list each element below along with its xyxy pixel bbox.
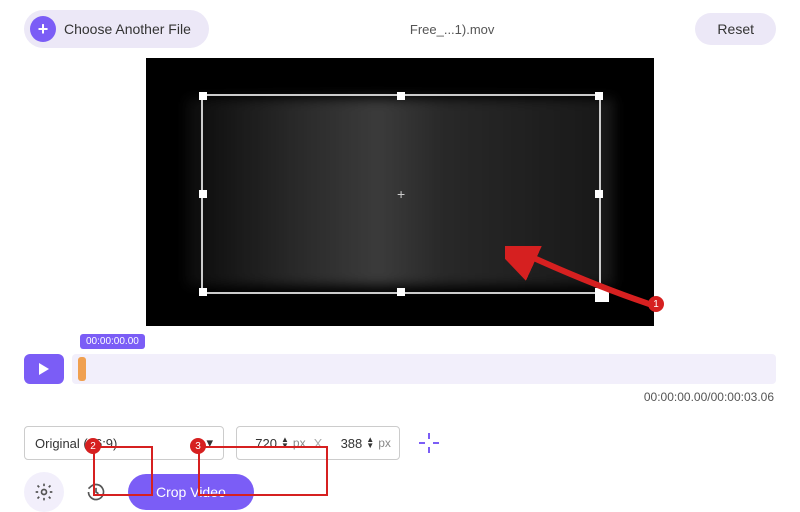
- reset-button[interactable]: Reset: [695, 13, 776, 45]
- dimensions-input: 720 ▲▼ px X 388 ▲▼ px: [236, 426, 400, 460]
- crop-selection[interactable]: +: [201, 94, 601, 294]
- crop-handle-bottom-left[interactable]: [199, 288, 207, 296]
- play-button[interactable]: [24, 354, 64, 384]
- video-preview[interactable]: +: [146, 58, 654, 326]
- history-icon: [86, 482, 106, 502]
- dim-separator: X: [314, 436, 323, 451]
- center-icon: [417, 431, 441, 455]
- callout-badge-1: 1: [648, 296, 664, 312]
- crop-handle-mid-right[interactable]: [595, 190, 603, 198]
- center-crop-button[interactable]: [412, 426, 446, 460]
- crop-handle-top-left[interactable]: [199, 92, 207, 100]
- crop-handle-top-right[interactable]: [595, 92, 603, 100]
- height-unit: px: [378, 436, 391, 450]
- choose-file-label: Choose Another File: [64, 21, 191, 37]
- plus-icon: +: [30, 16, 56, 42]
- crop-center-icon: +: [397, 186, 405, 202]
- gear-icon: [34, 482, 54, 502]
- history-button[interactable]: [76, 472, 116, 512]
- time-display: 00:00:00.00/00:00:03.06: [24, 390, 776, 404]
- callout-badge-3: 3: [190, 438, 206, 454]
- width-unit: px: [293, 436, 306, 450]
- current-time-badge: 00:00:00.00: [80, 334, 145, 349]
- crop-handle-bottom-right[interactable]: [595, 288, 609, 302]
- timeline-track[interactable]: [72, 354, 776, 384]
- callout-badge-2: 2: [85, 438, 101, 454]
- play-icon: [39, 363, 49, 375]
- timeline-playhead[interactable]: [78, 357, 86, 381]
- crop-video-button[interactable]: Crop Video: [128, 474, 254, 510]
- width-stepper[interactable]: ▲▼: [281, 437, 289, 449]
- choose-file-button[interactable]: + Choose Another File: [24, 10, 209, 48]
- crop-handle-bottom-mid[interactable]: [397, 288, 405, 296]
- filename-display: Free_...1).mov: [221, 22, 684, 37]
- chevron-down-icon: ▾: [206, 435, 213, 451]
- crop-handle-top-mid[interactable]: [397, 92, 405, 100]
- settings-button[interactable]: [24, 472, 64, 512]
- height-value[interactable]: 388: [330, 436, 362, 451]
- crop-handle-mid-left[interactable]: [199, 190, 207, 198]
- width-value[interactable]: 720: [245, 436, 277, 451]
- height-stepper[interactable]: ▲▼: [366, 437, 374, 449]
- aspect-ratio-label: Original (16:9): [35, 436, 117, 451]
